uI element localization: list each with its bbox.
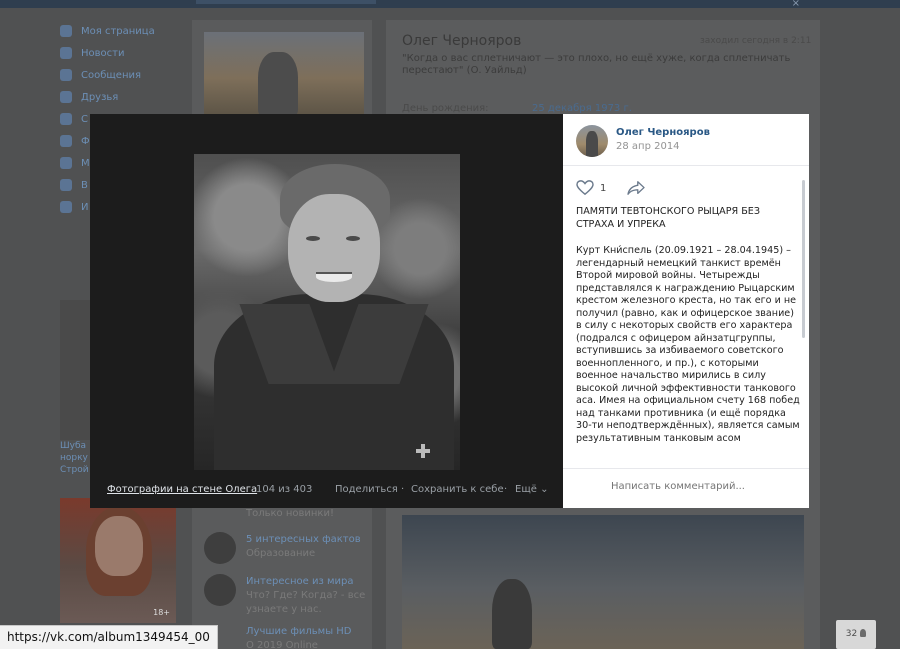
separator: ·: [504, 484, 508, 495]
photos-icon: [60, 135, 72, 147]
photo-viewer: Фотографии на стене Олега 104 из 403 Под…: [90, 114, 809, 508]
heart-icon[interactable]: [576, 180, 594, 196]
avatar: [204, 532, 236, 564]
post-date[interactable]: 28 апр 2014: [616, 141, 680, 152]
comment-box: [563, 468, 809, 508]
top-header: ×: [0, 0, 900, 9]
status-bar-url: https://vk.com/album1349454_00: [0, 625, 218, 649]
profile-name: Олег Чернояров: [402, 33, 522, 49]
menu-item-my-page[interactable]: Моя страница: [60, 20, 180, 42]
header-close-icon[interactable]: ×: [792, 0, 800, 9]
avatar: [204, 574, 236, 606]
list-item[interactable]: 5 интересных фактов Образование: [204, 532, 374, 576]
author-link[interactable]: Олег Чернояров: [616, 127, 710, 138]
photo-counter: 104 из 403: [256, 484, 313, 495]
separator: ·: [401, 484, 405, 495]
photo-toolbar: Фотографии на стене Олега 104 из 403 Под…: [90, 476, 563, 508]
messages-icon: [60, 69, 72, 81]
wall-photo[interactable]: [402, 515, 804, 649]
menu-item-messages[interactable]: Сообщения: [60, 64, 180, 86]
avatar[interactable]: [576, 125, 608, 157]
menu-item-news[interactable]: Новости: [60, 42, 180, 64]
profile-status[interactable]: "Когда о вас сплетничают — это плохо, но…: [402, 53, 792, 77]
post-title: ПАМЯТИ ТЕВТОНСКОГО РЫЦАРЯ БЕЗ СТРАХА И У…: [576, 206, 761, 230]
scrollbar[interactable]: [802, 180, 805, 338]
birthday-label: День рождения:: [402, 103, 489, 114]
games-icon: [60, 201, 72, 213]
photo-area: Фотографии на стене Олега 104 из 403 Под…: [90, 114, 563, 508]
home-icon: [60, 25, 72, 37]
menu-item-friends[interactable]: Друзья: [60, 86, 180, 108]
videos-icon: [60, 179, 72, 191]
news-icon: [60, 47, 72, 59]
user-icon: [860, 629, 867, 637]
profile-avatar[interactable]: [204, 32, 364, 116]
birthday-value[interactable]: 25 декабря 1973 г.: [532, 103, 632, 114]
music-icon: [60, 157, 72, 169]
chevron-down-icon: ⌄: [540, 484, 549, 495]
share-button[interactable]: Поделиться: [335, 484, 398, 495]
friends-icon: [60, 91, 72, 103]
more-button[interactable]: Ещё ⌄: [515, 484, 548, 495]
post-body: Курт Кни́спель (20.09.1921 – 28.04.1945)…: [576, 245, 800, 444]
groups-icon: [60, 113, 72, 125]
ad-banner-image[interactable]: 18+: [60, 498, 176, 623]
save-to-album-button[interactable]: Сохранить к себе: [411, 484, 504, 495]
online-status: заходил сегодня в 2:11: [700, 36, 812, 46]
post-header: Олег Чернояров 28 апр 2014: [563, 114, 809, 166]
age-rating-badge: 18+: [153, 608, 170, 617]
ad-text[interactable]: Шуба норку Строй: [60, 440, 90, 476]
viewer-photo[interactable]: [194, 154, 460, 470]
like-count: 1: [600, 183, 607, 194]
iron-cross-icon: [416, 444, 430, 458]
list-item[interactable]: Лучшие фильмы HD О 2019 Online: [204, 624, 374, 649]
ad-image[interactable]: [60, 300, 90, 440]
comment-input[interactable]: [563, 481, 793, 492]
album-link[interactable]: Фотографии на стене Олега: [107, 484, 257, 495]
share-icon[interactable]: [626, 180, 646, 196]
header-search-input[interactable]: [196, 0, 376, 4]
online-friends-button[interactable]: 32: [836, 620, 876, 649]
post-text: ПАМЯТИ ТЕВТОНСКОГО РЫЦАРЯ БЕЗ СТРАХА И У…: [576, 206, 800, 468]
photo-sidebar: Олег Чернояров 28 апр 2014 1 ПАМЯТИ ТЕВТ…: [563, 114, 809, 508]
